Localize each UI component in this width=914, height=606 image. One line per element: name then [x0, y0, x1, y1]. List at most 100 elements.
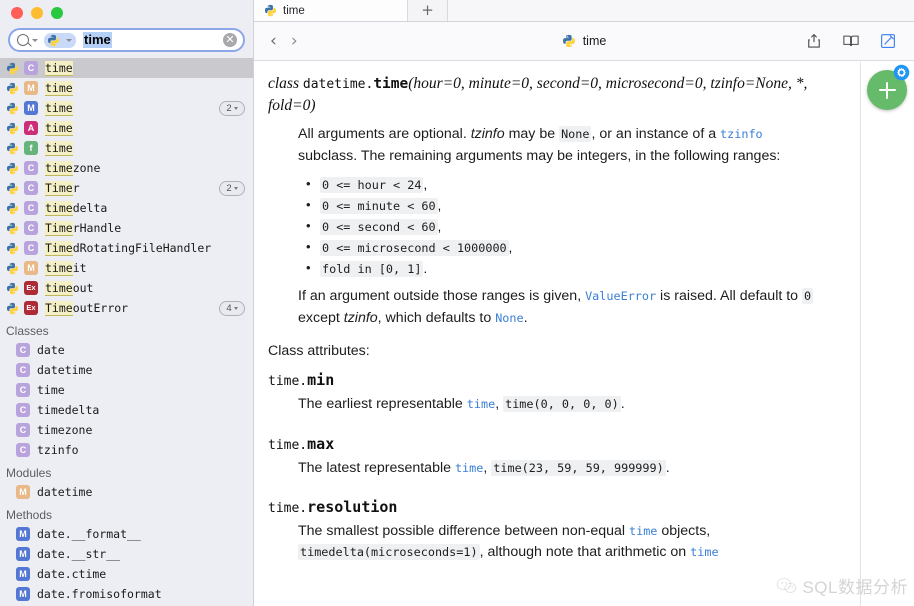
group-header: Classes: [6, 324, 49, 338]
after-text-e: .: [523, 309, 528, 326]
annotate-icon[interactable]: [879, 32, 897, 50]
attr-desc-link[interactable]: time: [455, 461, 483, 475]
close-window-button[interactable]: [11, 7, 23, 19]
gear-icon[interactable]: [893, 64, 910, 81]
maximize-window-button[interactable]: [51, 7, 63, 19]
range-item: fold in [0, 1].: [306, 260, 819, 278]
chevron-down-icon[interactable]: [32, 38, 38, 42]
group-item-label: datetime: [37, 485, 93, 499]
search-result-row[interactable]: Ex TimeoutError 4: [0, 298, 253, 318]
window-traffic-lights: [0, 0, 253, 26]
bookmarks-icon[interactable]: [842, 32, 860, 50]
clear-search-button[interactable]: ✕: [223, 33, 237, 47]
kind-badge: M: [16, 547, 30, 561]
intro-text-c: , or an instance of a: [591, 126, 721, 142]
scope-chevron-down-icon[interactable]: [66, 38, 72, 42]
group-item-row[interactable]: Ctimezone: [0, 420, 253, 440]
result-count-badge[interactable]: 2: [219, 180, 245, 196]
tab-time[interactable]: time: [254, 0, 408, 21]
attr-desc-b: objects,: [657, 522, 711, 539]
share-icon[interactable]: [805, 32, 823, 50]
kind-badge-class: C: [24, 161, 38, 175]
group-item-row[interactable]: Cdate: [0, 340, 253, 360]
search-result-row[interactable]: C Timer 2: [0, 178, 253, 198]
group-item-row[interactable]: Mdate.__str__: [0, 544, 253, 564]
search-result-row[interactable]: C TimerHandle: [0, 218, 253, 238]
range-code: 0 <= second < 60: [320, 219, 438, 236]
tzinfo-link[interactable]: tzinfo: [720, 127, 763, 141]
search-results-list[interactable]: Ctime Mtime Mtime 2 Atime f time Ctimezone C Time…: [0, 58, 253, 606]
range-item: 0 <= second < 60,: [306, 218, 819, 236]
after-text-d: , which defaults to: [377, 309, 496, 326]
attr-desc-c: .: [665, 459, 670, 476]
group-item-label: date.fromisoformat: [37, 587, 162, 601]
search-query-text[interactable]: time: [83, 32, 112, 48]
new-tab-button[interactable]: +: [408, 0, 448, 21]
group-item-row[interactable]: Ctimedelta: [0, 400, 253, 420]
search-result-row[interactable]: Mtime 2: [0, 98, 253, 118]
python-icon: [6, 122, 18, 134]
group-item-row[interactable]: Mdate.__format__: [0, 524, 253, 544]
after-text-a: If an argument outside those ranges is g…: [298, 288, 586, 305]
minimize-window-button[interactable]: [31, 7, 43, 19]
group-item-label: time: [37, 383, 65, 397]
attr-desc-link[interactable]: time: [467, 397, 495, 411]
group-item-label: timezone: [37, 423, 93, 437]
group-item-row[interactable]: Mdate.fromisoformat: [0, 584, 253, 604]
search-result-row[interactable]: f time: [0, 138, 253, 158]
range-item: 0 <= hour < 24,: [306, 176, 819, 194]
group-item-row[interactable]: Mdatetime: [0, 482, 253, 502]
main-panel: time + ‹ › time class datetime.time(hour…: [254, 0, 914, 606]
tab-bar-empty-space: [448, 0, 914, 21]
attribute-name: time.resolution: [268, 497, 398, 516]
python-icon: [6, 242, 18, 254]
intro-text-a: All arguments are optional.: [298, 126, 471, 142]
search-result-row[interactable]: C TimedRotatingFileHandler: [0, 238, 253, 258]
attribute-description: The smallest possible difference between…: [268, 521, 819, 564]
search-result-row[interactable]: Ctimezone: [0, 158, 253, 178]
python-icon: [6, 302, 18, 314]
documentation-content[interactable]: class datetime.time(hour=0, minute=0, se…: [254, 61, 914, 606]
group-item-row[interactable]: Cdatetime: [0, 360, 253, 380]
python-icon: [6, 102, 18, 114]
forward-button[interactable]: ›: [291, 32, 298, 50]
tab-bar: time +: [254, 0, 914, 22]
python-icon: [6, 202, 18, 214]
class-attribute: time.max The latest representable time, t…: [268, 435, 819, 479]
search-result-row[interactable]: Ctimedelta: [0, 198, 253, 218]
result-label: time: [45, 81, 73, 96]
after-text-c: except: [298, 309, 344, 326]
search-result-row[interactable]: Ctime: [0, 58, 253, 78]
search-container: time ✕: [0, 26, 253, 58]
search-input[interactable]: time ✕: [8, 28, 245, 52]
back-button[interactable]: ‹: [270, 32, 277, 50]
group-item-row[interactable]: Ctzinfo: [0, 440, 253, 460]
attr-desc-link[interactable]: time: [629, 524, 657, 538]
ranges-list: 0 <= hour < 24,0 <= minute < 60,0 <= sec…: [298, 176, 819, 278]
attr-desc-link2[interactable]: time: [690, 545, 718, 559]
search-scope-chip[interactable]: [44, 32, 76, 48]
attr-desc-b: ,: [495, 396, 504, 413]
search-result-row[interactable]: Atime: [0, 118, 253, 138]
attr-desc-a: The earliest representable: [298, 396, 467, 413]
sidebar: time ✕ Ctime Mtime Mtime 2 Atime f time Ctimezo…: [0, 0, 254, 606]
kind-badge-method: M: [24, 101, 38, 115]
kind-badge-class: C: [24, 181, 38, 195]
range-punct: ,: [423, 177, 428, 193]
valueerror-link[interactable]: ValueError: [585, 289, 656, 303]
doc-indented-body: All arguments are optional. tzinfo may b…: [268, 124, 819, 329]
group-item-row[interactable]: Ctime: [0, 380, 253, 400]
search-result-row[interactable]: Mtimeit: [0, 258, 253, 278]
python-icon: [6, 142, 18, 154]
range-item: 0 <= microsecond < 1000000,: [306, 239, 819, 257]
result-count-badge[interactable]: 4: [219, 300, 245, 316]
search-result-row[interactable]: Ex timeout: [0, 278, 253, 298]
group-item-row[interactable]: Mdate.ctime: [0, 564, 253, 584]
result-label: timezone: [45, 161, 101, 176]
result-label: timedelta: [45, 201, 108, 216]
none-link[interactable]: None: [495, 311, 523, 325]
result-count-badge[interactable]: 2: [219, 100, 245, 116]
search-result-row[interactable]: Mtime: [0, 78, 253, 98]
page-title-text: time: [582, 34, 607, 48]
range-punct: ,: [437, 219, 442, 235]
